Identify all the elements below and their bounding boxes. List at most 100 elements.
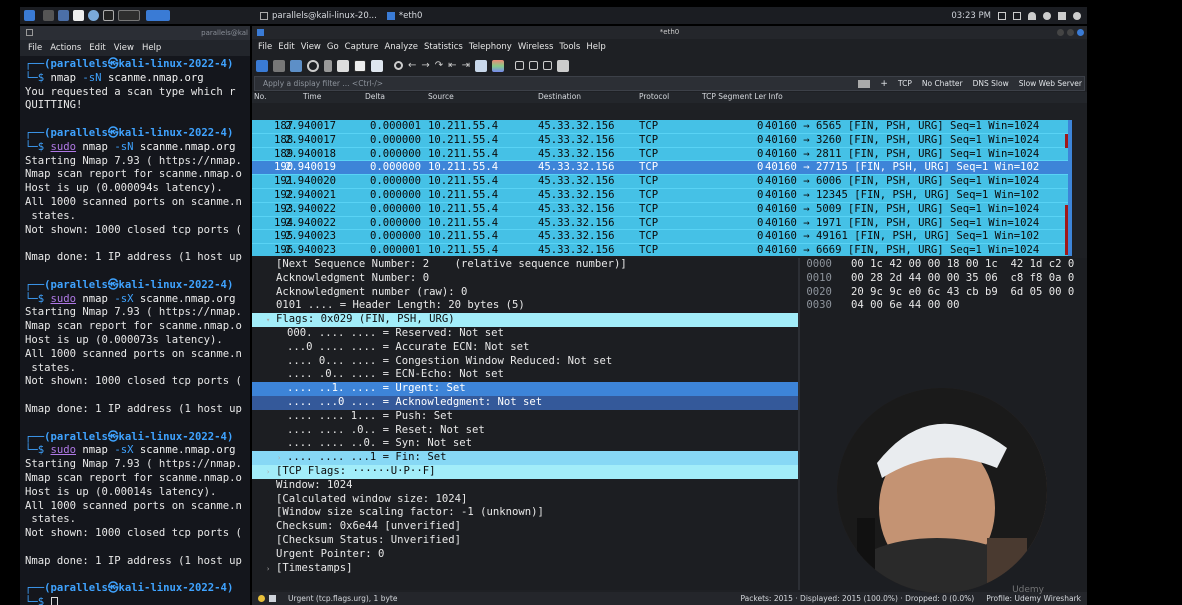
column-time[interactable]: Time bbox=[303, 92, 321, 101]
go-to-packet-icon[interactable]: ↷ bbox=[435, 60, 443, 72]
hex-row[interactable]: 0000 00 1c 42 00 00 18 00 1c 42 1d c2 0 bbox=[800, 258, 1087, 272]
restart-capture-icon[interactable] bbox=[290, 59, 302, 72]
capture-comment-icon[interactable] bbox=[269, 595, 276, 602]
filter-bookmark-icon[interactable] bbox=[858, 79, 871, 88]
menu-edit[interactable]: Edit bbox=[278, 42, 294, 52]
detail-line[interactable]: 0101 .... = Header Length: 20 bytes (5) bbox=[252, 299, 798, 313]
go-forward-icon[interactable]: → bbox=[421, 60, 429, 72]
clock[interactable]: 03:23 PM bbox=[951, 11, 991, 21]
menu-go[interactable]: Go bbox=[327, 42, 339, 52]
desktop-icon[interactable] bbox=[43, 10, 54, 21]
column-protocol[interactable]: Protocol bbox=[639, 92, 669, 101]
add-filter-button-icon[interactable]: + bbox=[880, 79, 888, 89]
lock-icon[interactable] bbox=[1058, 11, 1066, 20]
packet-row[interactable]: 188 2.940017 0.000000 10.211.55.4 45.33.32.1… bbox=[252, 134, 1068, 148]
filter-placeholder[interactable]: Apply a display filter ... <Ctrl-/> bbox=[263, 79, 383, 88]
menu-help[interactable]: Help bbox=[142, 43, 161, 53]
detail-line[interactable]: ▾ Flags: 0x029 (FIN, PSH, URG) bbox=[252, 313, 798, 327]
text-editor-icon[interactable] bbox=[73, 10, 84, 21]
last-packet-icon[interactable]: ⇥ bbox=[462, 60, 470, 72]
save-file-icon[interactable] bbox=[337, 59, 349, 72]
go-back-icon[interactable]: ← bbox=[408, 60, 416, 72]
colorize-icon[interactable] bbox=[491, 59, 504, 72]
packet-list[interactable]: 187 2.940017 0.000001 10.211.55.4 45.33.32.1… bbox=[252, 120, 1068, 256]
open-file-icon[interactable] bbox=[324, 59, 332, 72]
menu-analyze[interactable]: Analyze bbox=[384, 42, 418, 52]
detail-line[interactable]: .... .... 1... = Push: Set bbox=[252, 410, 798, 424]
start-capture-icon[interactable] bbox=[256, 59, 268, 72]
packet-row[interactable]: 187 2.940017 0.000001 10.211.55.4 45.33.32.1… bbox=[252, 120, 1068, 134]
packet-list-scrollbar[interactable] bbox=[1068, 120, 1072, 256]
expand-icon[interactable]: ▾ bbox=[266, 316, 270, 324]
taskbar-task-wireshark[interactable]: *eth0 bbox=[386, 11, 422, 21]
packet-row[interactable]: 194 2.940022 0.000000 10.211.55.4 45.33.32.1… bbox=[252, 217, 1068, 231]
menu-telephony[interactable]: Telephony bbox=[469, 42, 512, 52]
close-file-icon[interactable] bbox=[354, 59, 366, 72]
normal-size-icon[interactable] bbox=[542, 61, 552, 70]
hex-row[interactable]: 0030 04 00 6e 44 00 00 bbox=[800, 299, 1087, 313]
packet-row[interactable]: 189 2.940018 0.000000 10.211.55.4 45.33.32.1… bbox=[252, 148, 1068, 162]
workspace-icon[interactable] bbox=[118, 10, 140, 21]
hex-row[interactable]: 0020 20 9c 9c e0 6c 43 cb b9 6d 05 00 0 bbox=[800, 286, 1087, 300]
packet-row[interactable]: 193 2.940022 0.000000 10.211.55.4 45.33.32.1… bbox=[252, 203, 1068, 217]
detail-line[interactable]: .... 0... .... = Congestion Window Reduc… bbox=[252, 355, 798, 369]
wireshark-launcher-icon[interactable] bbox=[146, 10, 170, 21]
expand-icon[interactable]: › bbox=[277, 454, 281, 462]
column-delta[interactable]: Delta bbox=[365, 92, 385, 101]
column-info[interactable]: TCP Segment Ler Info bbox=[702, 92, 783, 101]
kali-menu-icon[interactable] bbox=[24, 10, 35, 21]
packet-details-pane[interactable]: [Next Sequence Number: 2 (relative seque… bbox=[252, 258, 798, 590]
maximize-icon[interactable] bbox=[1067, 29, 1074, 36]
menu-view[interactable]: View bbox=[114, 43, 134, 53]
power-icon[interactable] bbox=[1073, 11, 1081, 20]
detail-line[interactable]: [Calculated window size: 1024] bbox=[252, 493, 798, 507]
menu-edit[interactable]: Edit bbox=[89, 43, 105, 53]
menu-file[interactable]: File bbox=[258, 42, 272, 52]
detail-line[interactable]: .... .... ..0. = Syn: Not set bbox=[252, 437, 798, 451]
status-profile[interactable]: Profile: Udemy Wireshark bbox=[986, 594, 1081, 603]
menu-wireless[interactable]: Wireless bbox=[518, 42, 554, 52]
close-icon[interactable] bbox=[1077, 29, 1084, 36]
resize-columns-icon[interactable] bbox=[556, 59, 569, 72]
detail-line[interactable]: ...0 .... .... = Accurate ECN: Not set bbox=[252, 341, 798, 355]
menu-statistics[interactable]: Statistics bbox=[424, 42, 463, 52]
detail-line[interactable]: [Window size scaling factor: -1 (unknown… bbox=[252, 506, 798, 520]
taskbar-task-terminal[interactable]: parallels@kali-linux-20... bbox=[260, 11, 377, 21]
packet-row[interactable]: 196 2.940023 0.000001 10.211.55.4 45.33.32.1… bbox=[252, 244, 1068, 256]
detail-line[interactable]: › [TCP Flags: ······U·P··F] bbox=[252, 464, 798, 479]
zoom-in-icon[interactable] bbox=[514, 61, 524, 70]
detail-line[interactable]: › .... .... ...1 = Fin: Set bbox=[252, 451, 798, 465]
column-no[interactable]: No. bbox=[254, 92, 266, 101]
settings-icon[interactable] bbox=[1043, 11, 1051, 20]
detail-line[interactable]: Acknowledgment Number: 0 bbox=[252, 272, 798, 286]
menu-actions[interactable]: Actions bbox=[50, 43, 81, 53]
packet-row[interactable]: 192 2.940021 0.000000 10.211.55.4 45.33.32.1… bbox=[252, 189, 1068, 203]
detail-line[interactable]: [Checksum Status: Unverified] bbox=[252, 534, 798, 548]
hex-row[interactable]: 0010 00 28 2d 44 00 00 35 06 c8 f8 0a 0 bbox=[800, 272, 1087, 286]
detail-line[interactable]: .... .... .0.. = Reset: Not set bbox=[252, 424, 798, 438]
detail-line[interactable]: Window: 1024 bbox=[252, 479, 798, 493]
detail-line[interactable]: .... .0.. .... = ECN-Echo: Not set bbox=[252, 368, 798, 382]
menu-view[interactable]: View bbox=[301, 42, 321, 52]
filter-button-dns-slow[interactable]: DNS Slow bbox=[973, 79, 1009, 88]
menu-help[interactable]: Help bbox=[586, 42, 605, 52]
terminal-cursor[interactable] bbox=[50, 597, 58, 605]
find-packet-icon[interactable] bbox=[394, 61, 403, 70]
filter-button-no-chatter[interactable]: No Chatter bbox=[922, 79, 963, 88]
filter-button-tcp[interactable]: TCP bbox=[898, 79, 912, 88]
zoom-out-icon[interactable] bbox=[528, 61, 538, 70]
minimize-icon[interactable] bbox=[1057, 29, 1064, 36]
menu-capture[interactable]: Capture bbox=[345, 42, 379, 52]
notification-bell-icon[interactable] bbox=[1028, 11, 1036, 20]
expand-icon[interactable]: › bbox=[266, 565, 270, 573]
column-destination[interactable]: Destination bbox=[538, 92, 581, 101]
detail-line[interactable]: .... ...0 .... = Acknowledgment: Not set bbox=[252, 395, 798, 410]
display-icon[interactable] bbox=[998, 11, 1006, 20]
packet-row[interactable]: 191 2.940020 0.000000 10.211.55.4 45.33.32.1… bbox=[252, 175, 1068, 189]
detail-line[interactable]: 000. .... .... = Reserved: Not set bbox=[252, 327, 798, 341]
capture-options-icon[interactable] bbox=[307, 59, 319, 72]
terminal-launcher-icon[interactable] bbox=[103, 10, 114, 21]
detail-line[interactable]: Checksum: 0x6e44 [unverified] bbox=[252, 520, 798, 534]
volume-icon[interactable] bbox=[1013, 11, 1021, 20]
packet-row[interactable]: 195 2.940023 0.000000 10.211.55.4 45.33.32.1… bbox=[252, 230, 1068, 245]
